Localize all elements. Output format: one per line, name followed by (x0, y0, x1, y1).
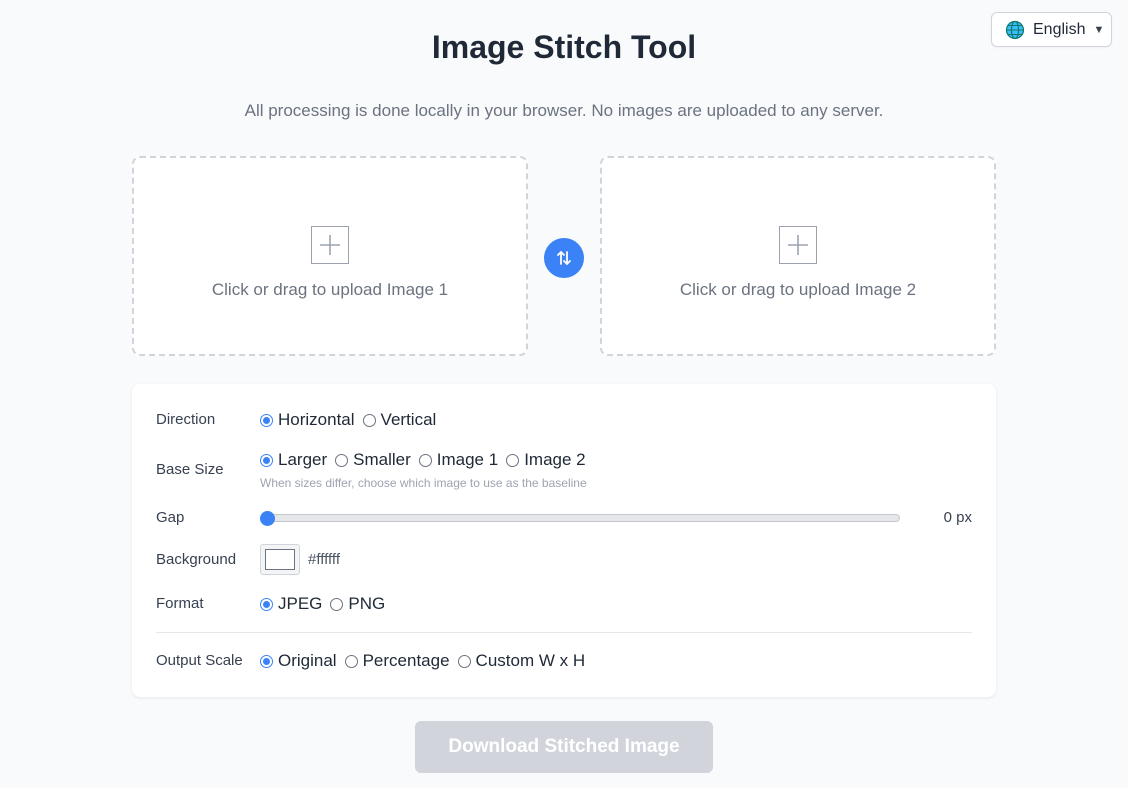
format-png-radio[interactable]: PNG (330, 594, 385, 614)
settings-panel: Direction Horizontal Vertical Base Size … (132, 384, 996, 697)
background-label: Background (156, 551, 237, 568)
format-options: JPEG PNG (260, 594, 385, 614)
direction-label: Direction (156, 411, 216, 428)
base-size-image2-radio[interactable]: Image 2 (506, 450, 586, 470)
output-scale-percentage-radio[interactable]: Percentage (344, 651, 450, 671)
direction-options: Horizontal Vertical (260, 410, 436, 430)
output-scale-label: Output Scale (156, 652, 243, 669)
download-button[interactable]: Download Stitched Image (415, 721, 713, 773)
gap-slider-track[interactable] (267, 514, 900, 522)
upload-image-1[interactable]: Click or drag to upload Image 1 (132, 156, 528, 356)
base-size-hint: When sizes differ, choose which image to… (260, 476, 587, 490)
gap-label: Gap (156, 509, 185, 526)
background-color-hex: #ffffff (308, 551, 340, 568)
base-size-larger-radio[interactable]: Larger (260, 450, 327, 470)
direction-vertical-radio[interactable]: Vertical (362, 410, 436, 430)
upload-image-2-label: Click or drag to upload Image 2 (679, 280, 917, 299)
gap-slider-handle[interactable] (260, 511, 275, 526)
privacy-notice: All processing is done locally in your b… (244, 101, 884, 120)
output-scale-original-radio[interactable]: Original (260, 651, 337, 671)
direction-horizontal-radio[interactable]: Horizontal (260, 410, 355, 430)
upload-image-1-label: Click or drag to upload Image 1 (211, 280, 449, 299)
base-size-label: Base Size (156, 461, 224, 478)
upload-image-2[interactable]: Click or drag to upload Image 2 (600, 156, 996, 356)
format-jpeg-radio[interactable]: JPEG (260, 594, 322, 614)
output-scale-options: Original Percentage Custom W x H (260, 651, 585, 671)
gap-value: 0 px (943, 509, 972, 526)
swap-icon (554, 248, 574, 268)
divider (156, 632, 972, 633)
plus-icon (779, 226, 817, 264)
format-label: Format (156, 595, 204, 612)
output-scale-custom-radio[interactable]: Custom W x H (457, 651, 585, 671)
swap-images-button[interactable] (544, 238, 584, 278)
plus-icon (311, 226, 349, 264)
page-title: Image Stitch Tool (431, 29, 697, 65)
base-size-options: Larger Smaller Image 1 Image 2 (260, 450, 586, 470)
base-size-smaller-radio[interactable]: Smaller (335, 450, 411, 470)
base-size-image1-radio[interactable]: Image 1 (418, 450, 498, 470)
background-color-picker[interactable] (260, 544, 300, 575)
